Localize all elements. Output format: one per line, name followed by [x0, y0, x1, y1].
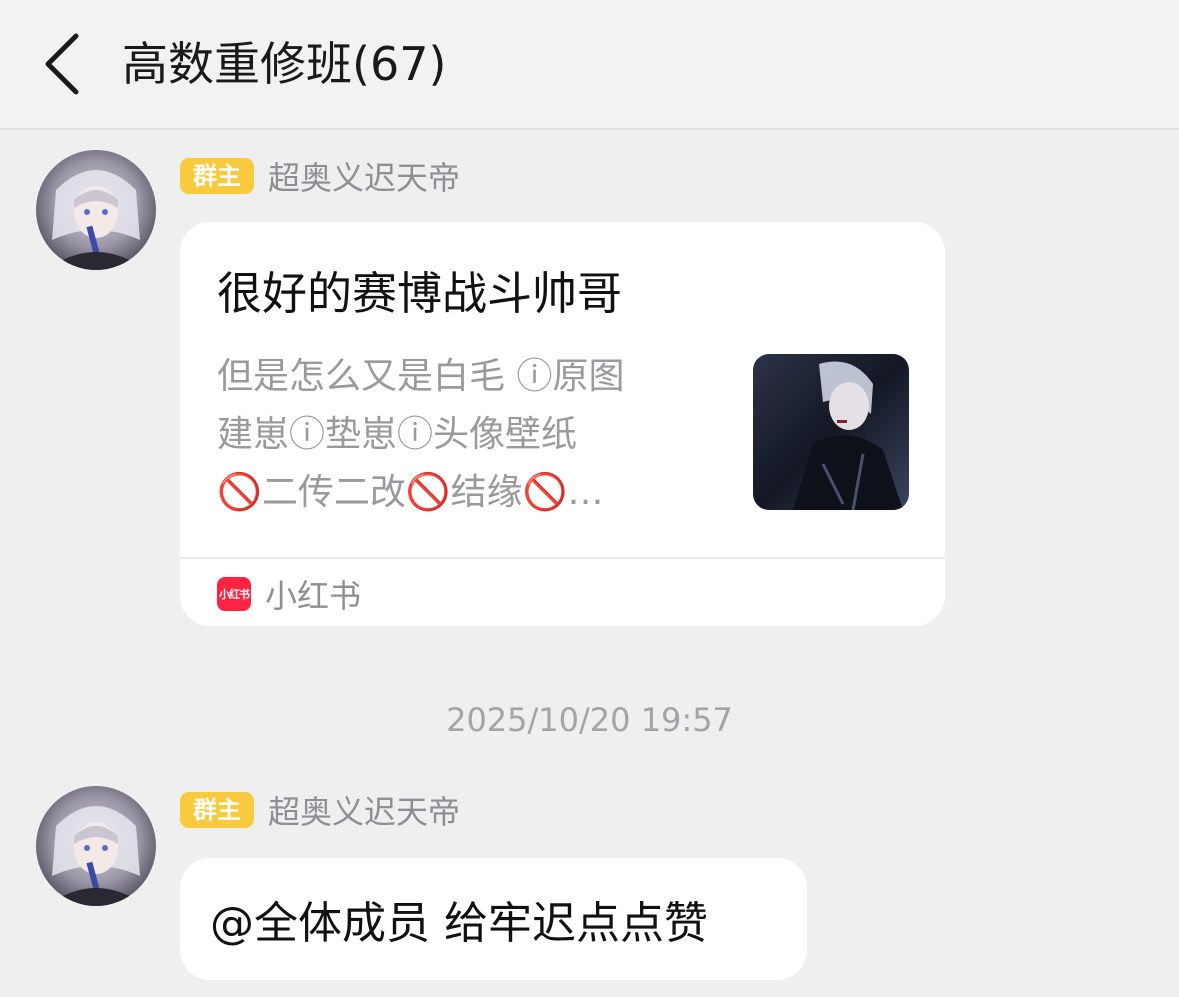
source-name: 小红书	[265, 577, 362, 615]
sender-name[interactable]: 超奥义迟天帝	[268, 787, 460, 833]
sender-name[interactable]: 超奥义迟天帝	[268, 153, 460, 199]
card-title: 很好的赛博战斗帅哥	[217, 267, 623, 320]
avatar-image	[36, 150, 156, 270]
avatar[interactable]	[36, 150, 156, 270]
card-thumbnail	[753, 354, 909, 510]
shared-link-card[interactable]: 很好的赛博战斗帅哥 但是怎么又是白毛 ⓘ原图 建崽ⓘ垫崽ⓘ头像壁纸 🚫二传二改🚫…	[180, 222, 945, 626]
sender-line: 群主 超奥义迟天帝	[180, 787, 460, 833]
sender-line: 群主 超奥义迟天帝	[180, 153, 460, 199]
message-text: @全体成员 给牢迟点点赞	[210, 898, 708, 949]
thumbnail-image	[753, 354, 909, 510]
card-source: 小红书 小红书	[217, 574, 362, 615]
text-message-bubble[interactable]: @全体成员 给牢迟点点赞	[180, 858, 807, 980]
chat-title: 高数重修班(67)	[122, 37, 447, 91]
owner-badge: 群主	[180, 158, 254, 194]
navigation-bar: 高数重修班(67)	[0, 0, 1179, 130]
avatar-image	[36, 786, 156, 906]
card-description: 但是怎么又是白毛 ⓘ原图 建崽ⓘ垫崽ⓘ头像壁纸 🚫二传二改🚫结缘🚫…	[217, 356, 625, 513]
avatar[interactable]	[36, 786, 156, 906]
message-timestamp: 2025/10/20 19:57	[446, 701, 733, 739]
back-button[interactable]	[38, 30, 88, 98]
card-divider	[180, 557, 945, 559]
owner-badge: 群主	[180, 792, 254, 828]
chevron-left-icon	[45, 33, 79, 95]
xiaohongshu-logo-icon: 小红书	[217, 577, 251, 611]
